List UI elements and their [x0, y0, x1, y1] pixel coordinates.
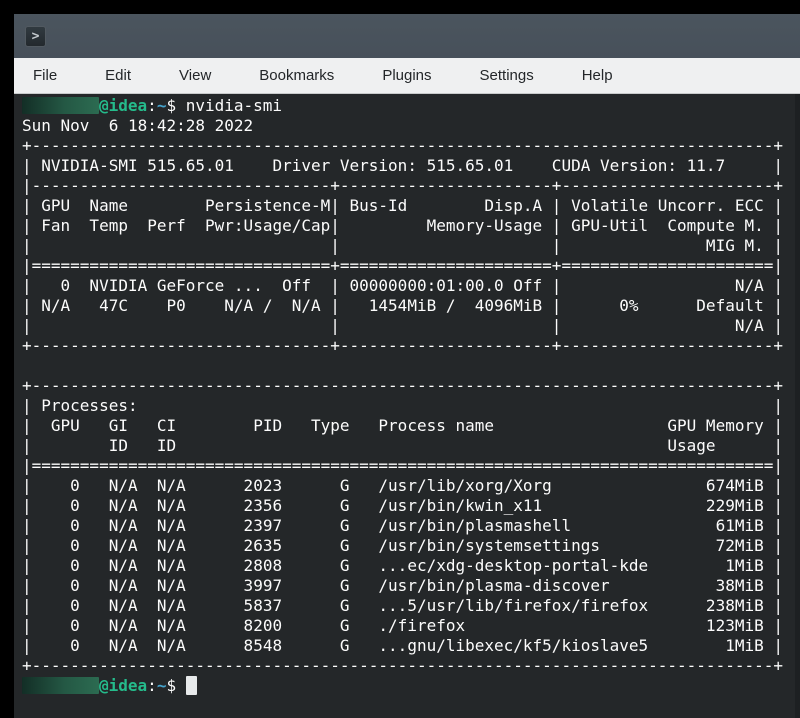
- prompt-line: @idea:~$ nvidia-smi: [22, 96, 800, 116]
- prompt-dollar: $: [166, 96, 176, 115]
- terminal-output-line: | 0 N/A N/A 2397 G /usr/bin/plasmashell …: [22, 516, 800, 536]
- terminal-output-line: | Processes: |: [22, 396, 800, 416]
- menu-item-edit[interactable]: Edit: [92, 60, 144, 91]
- terminal-output-line: | | | N/A |: [22, 316, 800, 336]
- terminal-output-line: | ID ID Usage |: [22, 436, 800, 456]
- terminal-viewport[interactable]: @idea:~$ nvidia-smiSun Nov 6 18:42:28 20…: [14, 94, 800, 718]
- terminal-output-line: | 0 N/A N/A 2356 G /usr/bin/kwin_x11 229…: [22, 496, 800, 516]
- prompt-dollar: $: [166, 676, 176, 695]
- terminal-output-line: |-------------------------------+-------…: [22, 176, 800, 196]
- redacted-username-block: [22, 677, 99, 694]
- menu-item-help[interactable]: Help: [569, 60, 626, 91]
- prompt-path: ~: [157, 96, 167, 115]
- menu-item-settings[interactable]: Settings: [467, 60, 547, 91]
- terminal-output-line: +---------------------------------------…: [22, 136, 800, 156]
- terminal-output-line: Sun Nov 6 18:42:28 2022: [22, 116, 800, 136]
- terminal-output-line: | 0 N/A N/A 3997 G /usr/bin/plasma-disco…: [22, 576, 800, 596]
- terminal-output-line: | 0 N/A N/A 8548 G ...gnu/libexec/kf5/ki…: [22, 636, 800, 656]
- terminal-output-line: +---------------------------------------…: [22, 376, 800, 396]
- terminal-output-line: |===============================+=======…: [22, 256, 800, 276]
- terminal-output-line: |=======================================…: [22, 456, 800, 476]
- text-cursor: [186, 676, 197, 695]
- terminal-output-line: | N/A 47C P0 N/A / N/A | 1454MiB / 4096M…: [22, 296, 800, 316]
- chevron-right-icon: >: [32, 30, 40, 43]
- prompt-path: ~: [157, 676, 167, 695]
- scrollbar-track[interactable]: [795, 94, 800, 718]
- titlebar[interactable]: >: [14, 14, 800, 58]
- prompt-host: @idea: [99, 676, 147, 695]
- menu-item-plugins[interactable]: Plugins: [369, 60, 444, 91]
- terminal-output-line: | 0 N/A N/A 2635 G /usr/bin/systemsettin…: [22, 536, 800, 556]
- menu-item-view[interactable]: View: [166, 60, 224, 91]
- terminal-output-line: | | | MIG M. |: [22, 236, 800, 256]
- prompt-line: @idea:~$: [22, 676, 800, 696]
- terminal-output-line: | 0 N/A N/A 5837 G ...5/usr/lib/firefox/…: [22, 596, 800, 616]
- menu-item-file[interactable]: File: [20, 60, 70, 91]
- menubar: File Edit View Bookmarks Plugins Settings Help: [14, 58, 800, 94]
- terminal-output-line: | Fan Temp Perf Pwr:Usage/Cap| Memory-Us…: [22, 216, 800, 236]
- terminal-output-line: | GPU GI CI PID Type Process name GPU Me…: [22, 416, 800, 436]
- redacted-username-block: [22, 97, 99, 114]
- terminal-output-line: | GPU Name Persistence-M| Bus-Id Disp.A …: [22, 196, 800, 216]
- prompt-host: @idea: [99, 96, 147, 115]
- terminal-output-line: | 0 NVIDIA GeForce ... Off | 00000000:01…: [22, 276, 800, 296]
- terminal-output-line: | 0 N/A N/A 2808 G ...ec/xdg-desktop-por…: [22, 556, 800, 576]
- terminal-output-line: [22, 356, 800, 376]
- konsole-window: > File Edit View Bookmarks Plugins Settings He…: [14, 14, 800, 718]
- prompt-command: nvidia-smi: [176, 96, 282, 115]
- terminal-output: @idea:~$ nvidia-smiSun Nov 6 18:42:28 20…: [22, 96, 800, 696]
- terminal-output-line: | 0 N/A N/A 2023 G /usr/lib/xorg/Xorg 67…: [22, 476, 800, 496]
- terminal-output-line: +-------------------------------+-------…: [22, 336, 800, 356]
- prompt-colon: :: [147, 676, 157, 695]
- terminal-output-line: | 0 N/A N/A 8200 G ./firefox 123MiB |: [22, 616, 800, 636]
- terminal-output-line: | NVIDIA-SMI 515.65.01 Driver Version: 5…: [22, 156, 800, 176]
- prompt-colon: :: [147, 96, 157, 115]
- terminal-window-icon: >: [25, 26, 46, 47]
- terminal-output-line: +---------------------------------------…: [22, 656, 800, 676]
- menu-item-bookmarks[interactable]: Bookmarks: [246, 60, 347, 91]
